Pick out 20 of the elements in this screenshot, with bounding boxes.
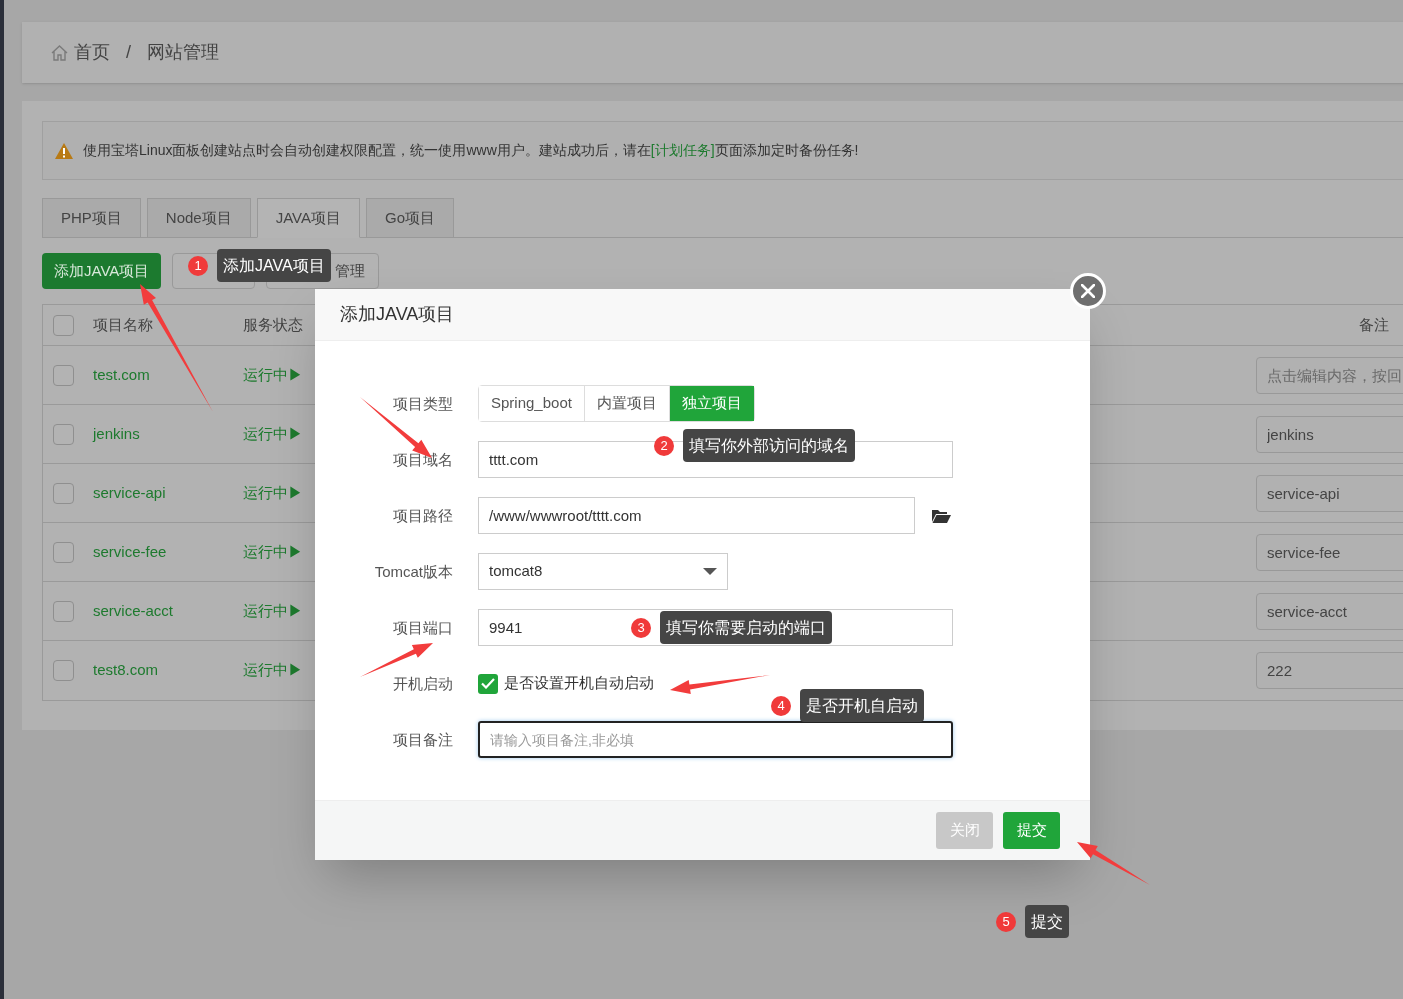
alert-text: 使用宝塔Linux面板创建站点时会自动创建权限配置，统一使用www用户。建站成功后，请在[计划任务]页面添加定时备份任务! (83, 141, 859, 160)
field-label: 项目备注 (393, 730, 453, 748)
field-label: 项目端口 (393, 618, 453, 636)
tooltip: 添加JAVA项目 (217, 249, 331, 282)
breadcrumb-separator: / (126, 41, 131, 64)
modal-title: 添加JAVA项目 (340, 303, 455, 326)
tooltip: 填写你外部访问的域名 (683, 429, 855, 462)
field-label: Tomcat版本 (374, 562, 453, 580)
field-label: 项目域名 (393, 450, 453, 468)
column-header: 项目名称 (93, 315, 153, 333)
tooltip: 是否开机自启动 (800, 689, 924, 722)
column-header: 备注 (1359, 315, 1389, 333)
field-label: 项目类型 (393, 394, 453, 412)
field-label: 项目路径 (393, 506, 453, 524)
number-badge: 5 (996, 911, 1016, 932)
tooltip: 提交 (1025, 905, 1069, 938)
column-header: 服务状态 (243, 315, 303, 333)
tooltip: 填写你需要启动的端口 (660, 611, 832, 644)
checkbox-label: 是否设置开机自动启动 (504, 673, 654, 694)
field-label: 开机启动 (393, 674, 453, 692)
